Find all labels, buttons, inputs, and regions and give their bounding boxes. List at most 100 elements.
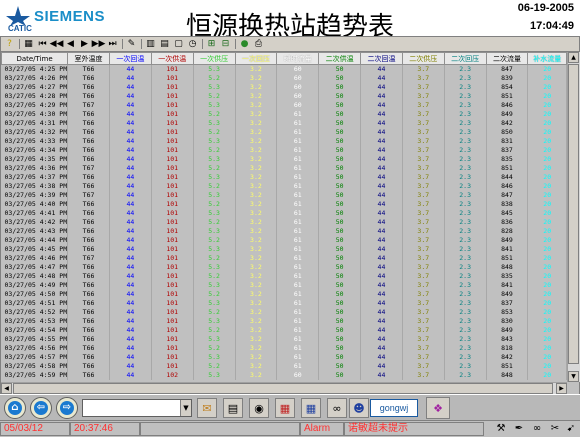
prev-page-icon[interactable]: ◀◀ [50,39,64,49]
scroll-down-arrow-icon[interactable]: ▼ [568,371,579,382]
column-header[interactable]: 二次流量 [485,52,529,65]
table-row[interactable]: 03/27/05 4:57 PM T66 44 101 5.3 3.2 61 50 44 3.7 2… [1,353,567,362]
back-button[interactable]: ⇦ [30,397,52,419]
edit-icon[interactable]: ✎ [126,39,137,49]
table-row[interactable]: 03/27/05 4:32 PM T66 44 101 5.2 3.2 61 50 44 3.7 2… [1,128,567,137]
table-row[interactable]: 03/27/05 4:25 PM T66 44 101 5.3 3.2 60 50 44 3.7 2… [1,64,567,74]
vertical-scroll-thumb[interactable] [568,64,579,364]
table-row[interactable]: 03/27/05 4:46 PM T67 44 101 5.2 3.2 61 50 44 3.7 2… [1,254,567,263]
wrench-icon[interactable]: ⚒ [494,422,508,436]
table-row[interactable]: 03/27/05 4:29 PM T67 44 101 5.3 3.2 60 50 44 3.7 2… [1,101,567,110]
table-row[interactable]: 03/27/05 4:51 PM T66 44 101 5.3 3.2 61 50 44 3.7 2… [1,299,567,308]
table-row[interactable]: 03/27/05 4:33 PM T66 44 101 5.3 3.2 61 50 44 3.7 2… [1,137,567,146]
table-row[interactable]: 03/27/05 4:27 PM T66 44 101 5.3 3.2 60 50 44 3.7 2… [1,83,567,92]
table-row[interactable]: 03/27/05 4:42 PM T66 44 101 5.2 3.2 61 50 44 3.7 2… [1,218,567,227]
arrow-icon[interactable]: ➹ [564,422,578,436]
table-row[interactable]: 03/27/05 4:36 PM T67 44 101 5.2 3.2 61 50 44 3.7 2… [1,164,567,173]
last-icon[interactable]: ⏭ [107,39,118,49]
export-icon[interactable]: ⊞ [206,39,217,49]
table-row[interactable]: 03/27/05 4:52 PM T66 44 101 5.2 3.2 61 50 44 3.7 2… [1,308,567,317]
printer-icon[interactable]: ⎙ [253,39,264,49]
table-row[interactable]: 03/27/05 4:49 PM T66 44 101 5.3 3.2 61 50 44 3.7 2… [1,281,567,290]
print-icon[interactable]: ▢ [173,39,184,49]
next-icon[interactable]: ▶ [79,39,90,49]
horizontal-scrollbar[interactable]: ◀ ▶ [1,382,567,394]
table-row[interactable]: 03/27/05 4:45 PM T66 44 101 5.3 3.2 61 50 44 3.7 2… [1,245,567,254]
table-cell: 5.3 [193,155,236,164]
scroll-left-arrow-icon[interactable]: ◀ [1,383,12,394]
table-row[interactable]: 03/27/05 4:34 PM T66 44 101 5.2 3.2 61 50 44 3.7 2… [1,146,567,155]
table-row[interactable]: 03/27/05 4:37 PM T66 44 101 5.3 3.2 61 50 44 3.7 2… [1,173,567,182]
book-button[interactable]: ❖ [426,397,450,419]
table-row[interactable]: 03/27/05 4:35 PM T66 44 101 5.3 3.2 61 50 44 3.7 2… [1,155,567,164]
home-button[interactable]: ⌂ [4,397,26,419]
trend-data-grid[interactable]: Date/Time 室外温度 一次回温 一次供温 一次供压 一次回压 瞬时流量 二次供温 二次回… [1,52,567,382]
calendar-button[interactable]: ▦ [301,398,321,418]
scroll-up-arrow-icon[interactable]: ▲ [568,52,579,63]
notepad-button[interactable]: ✉ [197,398,217,418]
column-header[interactable]: 一次供压 [192,52,236,65]
screen-select[interactable]: ▼ [82,399,192,417]
scroll-right-arrow-icon[interactable]: ▶ [556,383,567,394]
view-icon[interactable]: ▦ [23,39,34,49]
table-row[interactable]: 03/27/05 4:44 PM T66 44 101 5.2 3.2 61 50 44 3.7 2… [1,236,567,245]
table-row[interactable]: 03/27/05 4:26 PM T66 44 101 5.2 3.2 60 50 44 3.7 2… [1,74,567,83]
column-header[interactable]: 室外温度 [67,52,110,65]
table-row[interactable]: 03/27/05 4:53 PM T66 44 101 5.3 3.2 61 50 44 3.7 2… [1,317,567,326]
table-row[interactable]: 03/27/05 4:55 PM T66 44 101 5.3 3.2 61 50 44 3.7 2… [1,335,567,344]
column-header[interactable]: 二次供温 [318,52,362,65]
vertical-scrollbar[interactable]: ▲ ▼ [567,52,580,382]
table-row[interactable]: 03/27/05 4:54 PM T66 44 101 5.2 3.2 61 50 44 3.7 2… [1,326,567,335]
table-row[interactable]: 03/27/05 4:40 PM T66 44 101 5.2 3.2 61 50 44 3.7 2… [1,200,567,209]
table-cell: 2.3 [444,209,487,218]
help-icon[interactable]: ? [4,39,15,49]
table-row[interactable]: 03/27/05 4:28 PM T66 44 101 5.2 3.2 60 50 44 3.7 2… [1,92,567,101]
column-header[interactable]: 一次供温 [150,52,194,65]
columns-icon[interactable]: ▥ [145,39,156,49]
table-row[interactable]: 03/27/05 4:38 PM T66 44 101 5.2 3.2 61 50 44 3.7 2… [1,182,567,191]
table-row[interactable]: 03/27/05 4:47 PM T66 44 101 5.3 3.2 61 50 44 3.7 2… [1,263,567,272]
binoculars-button[interactable]: ∞ [327,398,347,418]
refresh-icon[interactable]: ● [239,39,250,49]
table-row[interactable]: 03/27/05 4:56 PM T66 44 101 5.2 3.2 61 50 44 3.7 2… [1,344,567,353]
table-row[interactable]: 03/27/05 4:58 PM T66 44 101 5.2 3.2 61 50 44 3.7 2… [1,362,567,371]
table-row[interactable]: 03/27/05 4:50 PM T66 44 101 5.2 3.2 61 50 44 3.7 2… [1,290,567,299]
chevron-down-icon[interactable]: ▼ [180,400,191,416]
column-header[interactable]: 一次回温 [108,52,152,65]
table-cell: 20 [527,119,567,128]
pen-icon[interactable]: ✒ [512,422,526,436]
table-row[interactable]: 03/27/05 4:41 PM T66 44 101 5.3 3.2 61 50 44 3.7 2… [1,209,567,218]
calculator-button[interactable]: ▤ [223,398,243,418]
tool-icon[interactable]: ✂ [548,422,562,436]
first-icon[interactable]: ⏮ [37,39,48,49]
table-cell: T66 [67,128,110,137]
trend-button[interactable]: ▦ [275,398,295,418]
table-cell: 850 [486,128,529,137]
table-cell: 03/27/05 4:54 PM [1,326,69,335]
timer-icon[interactable]: ◷ [187,39,198,49]
column-header[interactable]: 二次供压 [401,52,445,65]
table-row[interactable]: 03/27/05 4:31 PM T66 44 101 5.3 3.2 61 50 44 3.7 2… [1,119,567,128]
import-icon[interactable]: ⊟ [220,39,231,49]
column-header[interactable]: 瞬时流量 [276,52,320,65]
table-row[interactable]: 03/27/05 4:48 PM T66 44 101 5.2 3.2 61 50 44 3.7 2… [1,272,567,281]
binoculars-icon[interactable]: ∞ [530,422,544,436]
prev-icon[interactable]: ◀ [65,39,76,49]
column-header[interactable]: 一次回压 [234,52,278,65]
table-row[interactable]: 03/27/05 4:30 PM T66 44 101 5.2 3.2 61 50 44 3.7 2… [1,110,567,119]
table-cell: 44 [109,371,152,380]
forward-button[interactable]: ⇨ [56,397,78,419]
table-row[interactable]: 03/27/05 4:39 PM T67 44 101 5.3 3.2 61 50 44 3.7 2… [1,191,567,200]
column-header[interactable]: Date/Time [1,52,69,65]
column-header[interactable]: 二次回温 [360,52,403,65]
print-preview-icon[interactable]: ▤ [159,39,170,49]
next-page-icon[interactable]: ▶▶ [92,39,106,49]
column-header[interactable]: 补水流量 [527,52,567,65]
camera-button[interactable]: ◉ [249,398,269,418]
table-cell: 851 [486,254,529,263]
table-row[interactable]: 03/27/05 4:59 PM T66 44 102 5.3 3.2 60 50 44 3.7 2… [1,371,567,380]
horizontal-scroll-thumb[interactable] [13,383,553,394]
column-header[interactable]: 二次回压 [443,52,487,65]
table-row[interactable]: 03/27/05 4:43 PM T66 44 101 5.3 3.2 61 50 44 3.7 2… [1,227,567,236]
user-icon-button[interactable]: ☻ [349,398,369,418]
